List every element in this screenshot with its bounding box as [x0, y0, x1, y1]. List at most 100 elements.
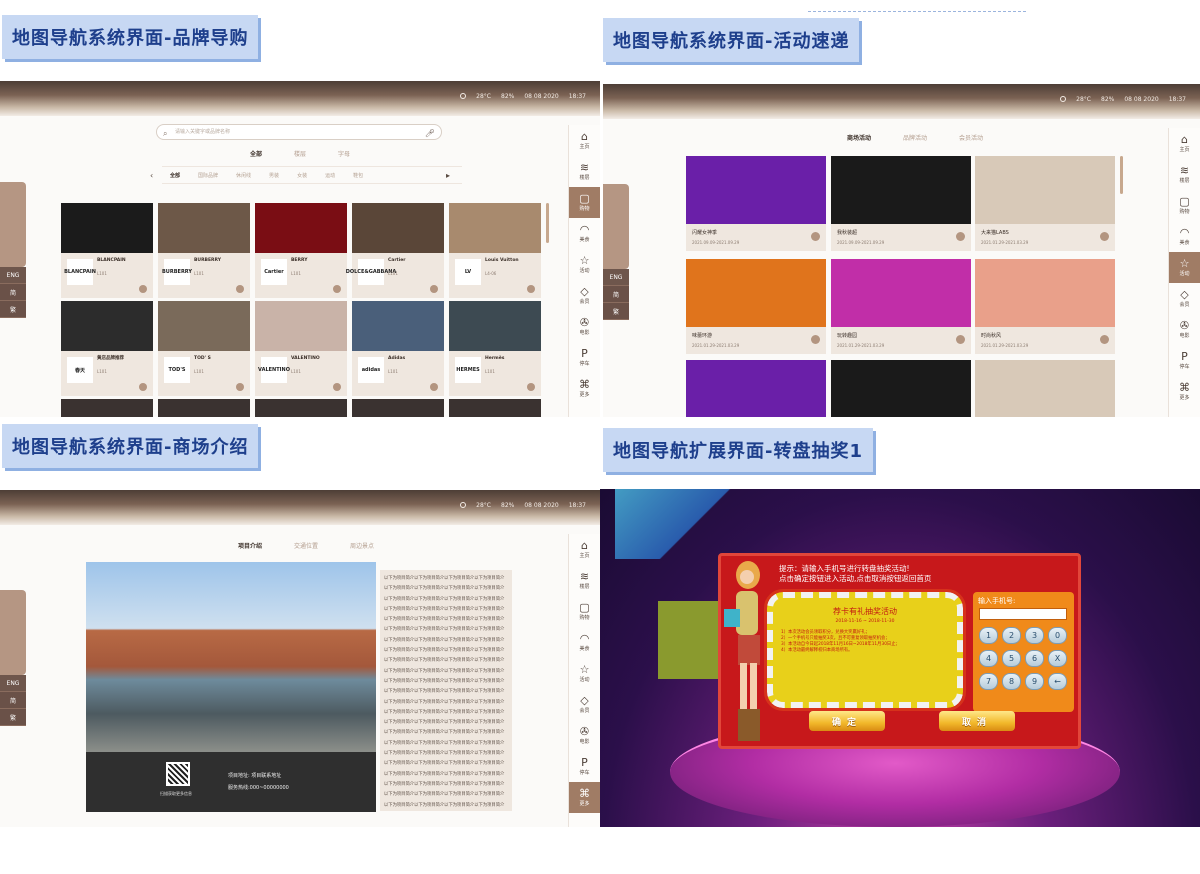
- rail-item-shopping-bag[interactable]: ▢ 购物: [569, 187, 600, 218]
- language-tab-handle[interactable]: [0, 182, 26, 267]
- rail-item-layers[interactable]: ≋ 楼层: [1169, 159, 1200, 190]
- lang-simplified[interactable]: 简: [0, 284, 26, 301]
- category-item[interactable]: 运动: [325, 172, 335, 179]
- lang-english[interactable]: ENG: [0, 267, 26, 284]
- brand-card[interactable]: TOD'S TOD' S L101: [158, 301, 250, 396]
- rail-item-star[interactable]: ☆ 活动: [569, 249, 600, 280]
- tab-project-intro[interactable]: 项目介绍: [238, 541, 262, 550]
- rail-item-parking[interactable]: P 停车: [569, 342, 600, 373]
- keypad-key[interactable]: 4: [979, 650, 998, 667]
- lang-english[interactable]: ENG: [603, 269, 629, 286]
- language-tab-handle[interactable]: [0, 590, 26, 675]
- go-button[interactable]: [430, 383, 438, 391]
- rail-item-shopping-bag[interactable]: ▢ 购物: [1169, 190, 1200, 221]
- microphone-icon[interactable]: 🎤︎: [425, 127, 435, 141]
- rail-item-dish[interactable]: ◠ 美食: [569, 218, 600, 249]
- go-button[interactable]: [139, 383, 147, 391]
- tab-brand-activity[interactable]: 品牌活动: [903, 133, 927, 142]
- go-button[interactable]: [527, 285, 535, 293]
- rail-item-dish[interactable]: ◠ 美食: [569, 627, 600, 658]
- keypad-key[interactable]: 9: [1025, 673, 1044, 690]
- rail-item-parking[interactable]: P 停车: [1169, 345, 1200, 376]
- tab-letter[interactable]: 字母: [338, 149, 350, 158]
- tab-nearby[interactable]: 周边景点: [350, 541, 374, 550]
- rail-item-film-reel[interactable]: ✇ 电影: [569, 311, 600, 342]
- keypad-key[interactable]: 1: [979, 627, 998, 644]
- activity-card[interactable]: [686, 360, 826, 417]
- confirm-button[interactable]: 确定: [809, 711, 885, 731]
- brand-card[interactable]: LV Louis Vuitton L4-06: [449, 203, 541, 298]
- rail-item-parking[interactable]: P 停车: [569, 751, 600, 782]
- rail-item-film-reel[interactable]: ✇ 电影: [569, 720, 600, 751]
- keypad-key[interactable]: 0: [1048, 627, 1067, 644]
- go-button[interactable]: [1100, 335, 1109, 344]
- rail-item-shopping-bag[interactable]: ▢ 购物: [569, 596, 600, 627]
- keypad-key[interactable]: 6: [1025, 650, 1044, 667]
- rail-item-diamond[interactable]: ◇ 会员: [569, 280, 600, 311]
- rail-item-layers[interactable]: ≋ 楼层: [569, 156, 600, 187]
- keypad-key[interactable]: 7: [979, 673, 998, 690]
- category-item[interactable]: 鞋包: [353, 172, 363, 179]
- tab-floor[interactable]: 楼层: [294, 149, 306, 158]
- activity-card[interactable]: 大来猫LABS 2021.01.29-2021.03.29: [975, 156, 1115, 251]
- tab-mall-activity[interactable]: 商场活动: [847, 133, 871, 142]
- brand-card[interactable]: BURBERRY BURBERRY L101: [158, 203, 250, 298]
- rail-item-home[interactable]: ⌂ 主页: [1169, 128, 1200, 159]
- category-item[interactable]: 全部: [170, 172, 180, 179]
- activity-card[interactable]: 闪耀女神季 2021.09.09-2021.09.29: [686, 156, 826, 251]
- rail-item-gamepad[interactable]: ⌘ 更多: [569, 782, 600, 813]
- go-button[interactable]: [811, 232, 820, 241]
- rail-item-home[interactable]: ⌂ 主页: [569, 125, 600, 156]
- lang-simplified[interactable]: 简: [0, 692, 26, 709]
- rail-item-star[interactable]: ☆ 活动: [569, 658, 600, 689]
- tab-transport[interactable]: 交通位置: [294, 541, 318, 550]
- lang-traditional[interactable]: 繁: [0, 709, 26, 726]
- keypad-key[interactable]: ←: [1048, 673, 1067, 690]
- go-button[interactable]: [236, 383, 244, 391]
- go-button[interactable]: [139, 285, 147, 293]
- lang-traditional[interactable]: 繁: [0, 301, 26, 318]
- brand-card[interactable]: [61, 399, 153, 417]
- rail-item-diamond[interactable]: ◇ 会员: [569, 689, 600, 720]
- category-item[interactable]: 国际品牌: [198, 172, 218, 179]
- lang-simplified[interactable]: 简: [603, 286, 629, 303]
- language-tab-handle[interactable]: [603, 184, 629, 269]
- keypad-key[interactable]: X: [1048, 650, 1067, 667]
- keypad-key[interactable]: 2: [1002, 627, 1021, 644]
- brand-card[interactable]: BLANCPAIN BLANCPAIN L101: [61, 203, 153, 298]
- lang-traditional[interactable]: 繁: [603, 303, 629, 320]
- rail-item-star[interactable]: ☆ 活动: [1169, 252, 1200, 283]
- go-button[interactable]: [811, 335, 820, 344]
- go-button[interactable]: [1100, 232, 1109, 241]
- rail-item-gamepad[interactable]: ⌘ 更多: [1169, 376, 1200, 407]
- go-button[interactable]: [956, 335, 965, 344]
- keypad-key[interactable]: 5: [1002, 650, 1021, 667]
- activity-card[interactable]: [831, 360, 971, 417]
- go-button[interactable]: [527, 383, 535, 391]
- scrollbar[interactable]: [1120, 156, 1123, 194]
- activity-card[interactable]: [975, 360, 1115, 417]
- cancel-button[interactable]: 取消: [939, 711, 1015, 731]
- rail-item-gamepad[interactable]: ⌘ 更多: [569, 373, 600, 404]
- category-item[interactable]: 男装: [269, 172, 279, 179]
- scrollbar[interactable]: [546, 203, 549, 243]
- activity-card[interactable]: 味蕾环游 2021.01.29-2021.03.29: [686, 259, 826, 354]
- brand-card[interactable]: [449, 399, 541, 417]
- brand-card[interactable]: [255, 399, 347, 417]
- brand-card[interactable]: Cartier BERRY L101: [255, 203, 347, 298]
- tab-all[interactable]: 全部: [250, 149, 262, 158]
- tab-member-activity[interactable]: 会员活动: [959, 133, 983, 142]
- brand-card[interactable]: [158, 399, 250, 417]
- rail-item-dish[interactable]: ◠ 美食: [1169, 221, 1200, 252]
- go-button[interactable]: [333, 383, 341, 391]
- brand-card[interactable]: DOLCE&GABBANA Cartier L101: [346, 203, 444, 298]
- category-item[interactable]: 休闲线: [236, 172, 251, 179]
- activity-card[interactable]: 我秋装超 2021.09.09-2021.09.29: [831, 156, 971, 251]
- go-button[interactable]: [333, 285, 341, 293]
- rail-item-layers[interactable]: ≋ 楼层: [569, 565, 600, 596]
- brand-card[interactable]: [352, 399, 444, 417]
- rail-item-home[interactable]: ⌂ 主页: [569, 534, 600, 565]
- brand-card[interactable]: 春天 黄店品牌推荐 L101: [61, 301, 153, 396]
- go-button[interactable]: [956, 232, 965, 241]
- chevron-left-icon[interactable]: ‹: [150, 171, 153, 180]
